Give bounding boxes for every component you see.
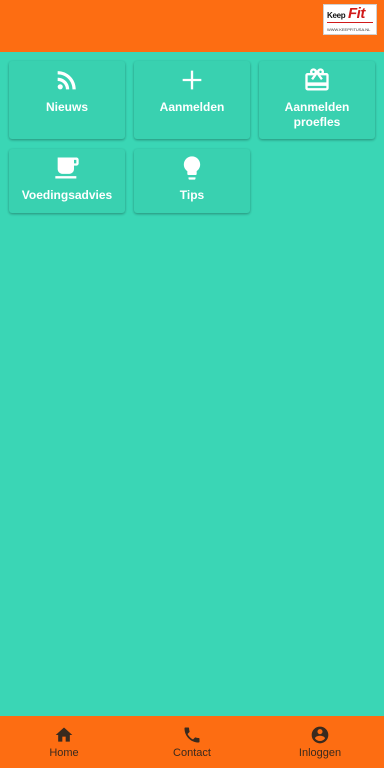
plus-icon	[182, 70, 202, 90]
tile-aanmelden[interactable]: Aanmelden	[134, 61, 250, 139]
logo-keep-text: Keep	[327, 11, 346, 20]
tile-tips-label: Tips	[179, 188, 205, 202]
home-icon	[55, 727, 73, 742]
tile-voedingsadvies[interactable]: Voedingsadvies	[9, 149, 125, 213]
tile-nieuws[interactable]: Nieuws	[9, 61, 125, 139]
rss-icon	[57, 71, 76, 90]
coffee-cup-icon	[55, 157, 79, 179]
top-app-bar: Keep Fit WWW.KEEPFITUSA.NL	[0, 0, 384, 52]
logo-fit-text: Fit	[348, 5, 365, 22]
nav-inloggen[interactable]: Inloggen	[256, 716, 384, 768]
tile-aanmelden-label: Aanmelden	[159, 100, 225, 114]
logo-stripe	[327, 22, 373, 23]
tile-nieuws-label: Nieuws	[45, 100, 88, 114]
tile-aanmelden-proefles[interactable]: Aanmelden proefles	[259, 61, 375, 139]
keepfit-logo[interactable]: Keep Fit WWW.KEEPFITUSA.NL	[323, 4, 377, 35]
tile-aanmelden-proefles-label: Aanmelden proefles	[284, 100, 350, 129]
tile-voedingsadvies-label: Voedingsadvies	[21, 188, 113, 202]
tile-tips[interactable]: Tips	[134, 149, 250, 213]
gift-icon	[305, 68, 329, 91]
nav-home-label: Home	[49, 747, 79, 759]
phone-icon	[184, 727, 200, 743]
account-circle-icon	[311, 726, 329, 744]
nav-inloggen-label: Inloggen	[298, 747, 342, 759]
bottom-navigation: Home Contact Inloggen	[0, 716, 384, 768]
nav-contact[interactable]: Contact	[128, 716, 256, 768]
nav-contact-label: Contact	[173, 747, 211, 759]
nav-home[interactable]: Home	[0, 716, 128, 768]
lightbulb-icon	[183, 156, 201, 180]
logo-url-text: WWW.KEEPFITUSA.NL	[327, 27, 371, 32]
